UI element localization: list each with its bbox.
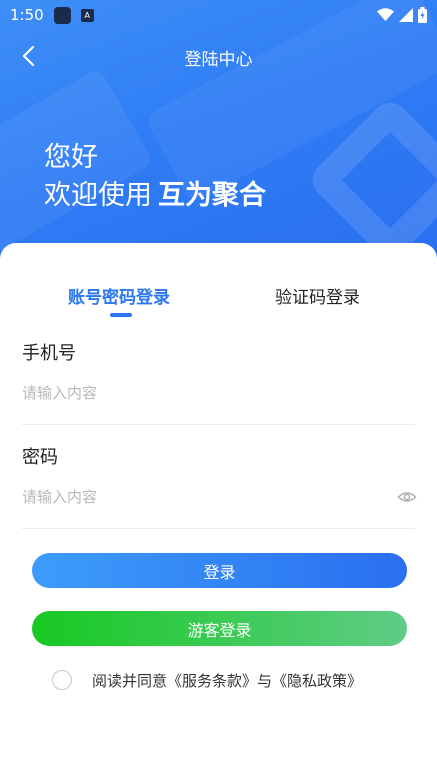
app-notification-icon [53,6,71,24]
guest-login-button[interactable]: 游客登录 [32,611,407,646]
agreement-prefix: 阅读并同意 [92,671,168,690]
battery-icon [418,7,427,23]
greeting: 您好 欢迎使用 互为聚合 [44,140,266,216]
greeting-welcome: 欢迎使用 互为聚合 [44,176,266,216]
wifi-icon [377,8,394,21]
tab-password-login[interactable]: 账号密码登录 [68,283,170,308]
status-time: 1:50 [10,6,44,24]
brand-name: 互为聚合 [158,180,266,211]
status-bar: 1:50 A [0,0,437,30]
phone-input[interactable] [22,378,392,408]
password-label: 密码 [22,447,58,468]
privacy-policy-link[interactable]: 《隐私政策》 [272,670,362,691]
nav-bar: 登陆中心 [0,38,437,74]
status-icons [377,7,427,23]
eye-icon [397,492,417,502]
agreement-and: 与 [257,671,273,690]
divider [22,424,415,425]
agreement-row: 阅读并同意 《服务条款》与《隐私政策》 [52,669,362,691]
login-card: 账号密码登录 验证码登录 手机号 密码 登录 游客登录 阅读并同意《服务条款》与… [0,243,437,778]
terms-of-service-link[interactable]: 《服务条款》 [167,670,257,691]
login-tabs: 账号密码登录 验证码登录 [0,283,437,323]
page-title: 登陆中心 [184,50,253,70]
greeting-hello: 您好 [44,142,98,173]
agreement-checkbox[interactable] [52,670,72,690]
show-password-toggle[interactable] [397,487,417,507]
header-banner: 1:50 A 登陆中心 您好 欢迎使用 互为聚合 [0,0,437,262]
password-input[interactable] [22,482,392,512]
divider [22,528,415,529]
login-button[interactable]: 登录 [32,553,407,588]
phone-label: 手机号 [22,343,76,364]
greeting-welcome-prefix: 欢迎使用 [44,180,152,211]
tab-code-login[interactable]: 验证码登录 [275,283,360,308]
active-tab-indicator [110,313,132,317]
app-notification-icon-a: A [80,8,94,22]
signal-icon [399,8,413,22]
